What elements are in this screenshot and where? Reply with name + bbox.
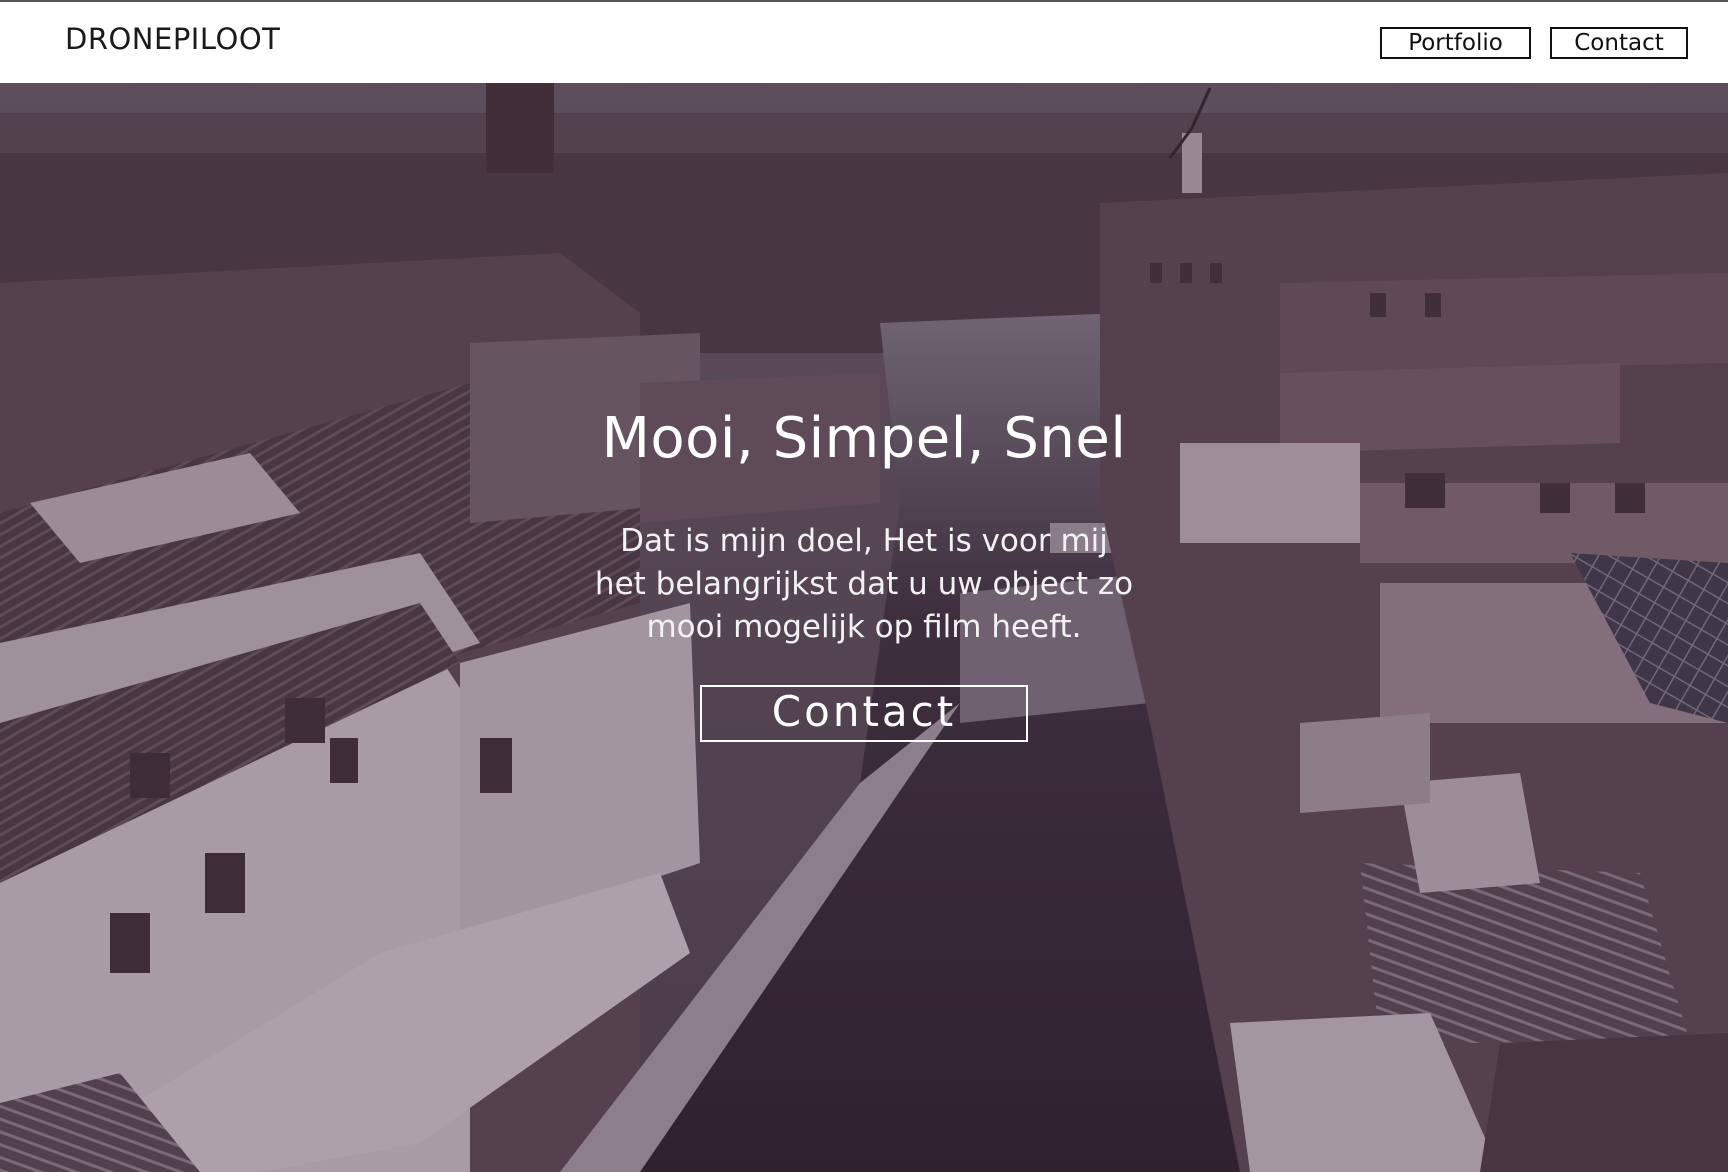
brand-logo[interactable]: DRONEPILOOT (65, 22, 280, 56)
hero-description: Dat is mijn doel, Het is voor mij het be… (594, 523, 1134, 645)
page: DRONEPILOOT Portfolio Contact Mooi, Simp… (0, 0, 1728, 1172)
nav-portfolio-button[interactable]: Portfolio (1380, 27, 1531, 59)
hero-contact-button[interactable]: Contact (700, 685, 1028, 742)
hero-title: Mooi, Simpel, Snel (601, 406, 1127, 471)
site-header: DRONEPILOOT Portfolio Contact (0, 0, 1728, 83)
nav-contact-button[interactable]: Contact (1550, 27, 1688, 59)
hero-section: Mooi, Simpel, Snel Dat is mijn doel, Het… (0, 83, 1728, 1172)
